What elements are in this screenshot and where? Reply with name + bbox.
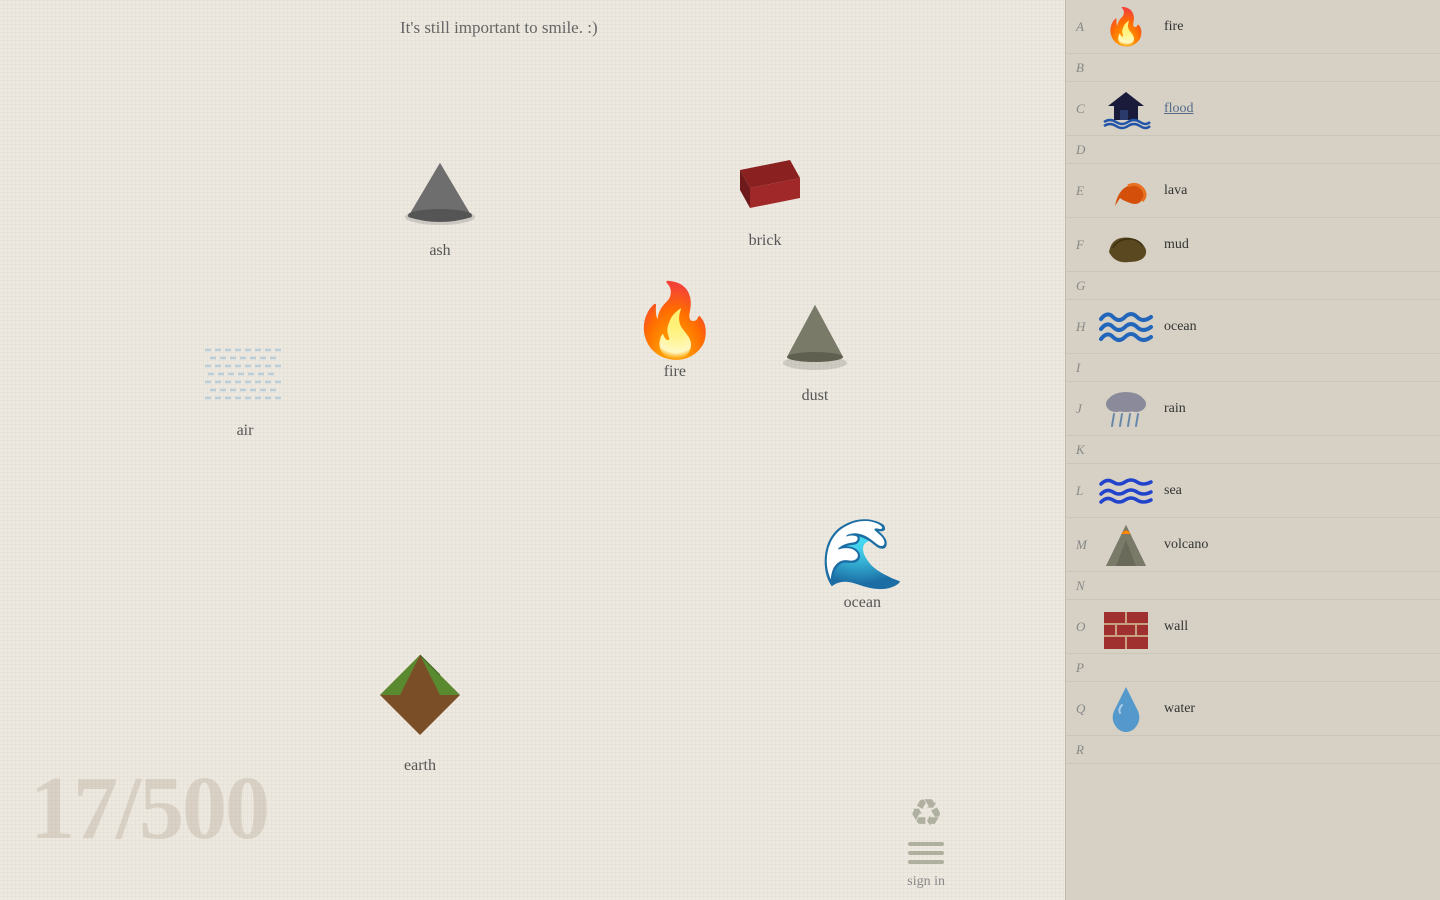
sidebar-letter-c: C	[1076, 101, 1096, 117]
ash-icon	[400, 155, 480, 236]
sidebar-letter-b: B	[1076, 60, 1096, 76]
sidebar-rain-icon	[1096, 386, 1156, 431]
air-label: air	[237, 422, 254, 440]
right-sidebar: A 🔥 fire B C flood	[1065, 0, 1440, 900]
sidebar-water-label: water	[1164, 701, 1195, 717]
sidebar-wall-icon	[1096, 604, 1156, 649]
sidebar-fire-label: fire	[1164, 19, 1183, 35]
sidebar-volcano-icon	[1096, 522, 1156, 567]
progress-counter: 17/500	[30, 757, 268, 860]
sidebar-letter-q: Q	[1076, 701, 1096, 717]
sidebar-sea-icon	[1096, 468, 1156, 513]
air-icon	[200, 340, 290, 416]
sidebar-flood-icon	[1096, 86, 1156, 131]
sidebar-letter-i: I	[1076, 360, 1096, 376]
sidebar-rain-label: rain	[1164, 401, 1186, 417]
element-earth[interactable]: earth	[370, 645, 470, 775]
recycle-icon[interactable]: ♻	[909, 791, 943, 836]
sidebar-fire-icon: 🔥	[1096, 4, 1156, 49]
main-canvas: It's still important to smile. :) 17/500…	[0, 0, 1065, 900]
element-dust[interactable]: dust	[775, 295, 855, 405]
dust-label: dust	[802, 387, 829, 405]
sidebar-item-rain[interactable]: J rain	[1066, 382, 1440, 436]
sidebar-lava-label: lava	[1164, 183, 1187, 199]
sidebar-item-i: I	[1066, 354, 1440, 382]
element-air[interactable]: air	[200, 340, 290, 440]
sidebar-letter-l: L	[1076, 483, 1096, 499]
sidebar-item-g: G	[1066, 272, 1440, 300]
sidebar-letter-r: R	[1076, 742, 1096, 758]
sidebar-letter-h: H	[1076, 319, 1096, 335]
element-ash[interactable]: ash	[400, 155, 480, 260]
ash-label: ash	[429, 242, 450, 260]
sidebar-letter-n: N	[1076, 578, 1096, 594]
sidebar-letter-a: A	[1076, 19, 1096, 35]
ocean-main-icon: 🌊	[820, 520, 905, 588]
sidebar-wall-label: wall	[1164, 619, 1188, 635]
element-brick[interactable]: brick	[720, 150, 810, 250]
sidebar-item-fire[interactable]: A 🔥 fire	[1066, 0, 1440, 54]
sidebar-letter-f: F	[1076, 237, 1096, 253]
sidebar-letter-e: E	[1076, 183, 1096, 199]
ocean-label: ocean	[844, 594, 881, 612]
fire-icon: 🔥	[630, 285, 720, 357]
tagline: It's still important to smile. :)	[400, 18, 598, 38]
sidebar-ocean-icon	[1096, 304, 1156, 349]
bottom-actions: ♻ sign in	[907, 791, 945, 890]
sidebar-item-water[interactable]: Q water	[1066, 682, 1440, 736]
element-fire[interactable]: 🔥 fire	[630, 285, 720, 381]
sidebar-list: A 🔥 fire B C flood	[1066, 0, 1440, 860]
sidebar-item-d: D	[1066, 136, 1440, 164]
sidebar-letter-k: K	[1076, 442, 1096, 458]
sidebar-item-ocean[interactable]: H ocean	[1066, 300, 1440, 354]
brick-icon	[720, 150, 810, 226]
brick-label: brick	[749, 232, 782, 250]
sidebar-letter-p: P	[1076, 660, 1096, 676]
sidebar-item-volcano[interactable]: M volcano	[1066, 518, 1440, 572]
sidebar-mud-icon	[1096, 222, 1156, 267]
earth-icon	[370, 645, 470, 751]
sidebar-item-flood[interactable]: C flood	[1066, 82, 1440, 136]
sidebar-ocean-label: ocean	[1164, 319, 1197, 335]
sidebar-letter-d: D	[1076, 142, 1096, 158]
sidebar-item-r: R	[1066, 736, 1440, 764]
sidebar-letter-m: M	[1076, 537, 1096, 553]
sidebar-item-k: K	[1066, 436, 1440, 464]
sign-in-text[interactable]: sign in	[907, 874, 945, 890]
sidebar-item-sea[interactable]: L sea	[1066, 464, 1440, 518]
sidebar-letter-j: J	[1076, 401, 1096, 417]
sidebar-item-b: B	[1066, 54, 1440, 82]
sidebar-item-n: N	[1066, 572, 1440, 600]
menu-icon[interactable]	[908, 842, 944, 864]
sidebar-lava-icon	[1096, 168, 1156, 213]
sidebar-mud-label: mud	[1164, 237, 1189, 253]
earth-label: earth	[404, 757, 436, 775]
sidebar-water-icon	[1096, 686, 1156, 731]
sidebar-item-lava[interactable]: E lava	[1066, 164, 1440, 218]
sidebar-letter-g: G	[1076, 278, 1096, 294]
sidebar-item-mud[interactable]: F mud	[1066, 218, 1440, 272]
sidebar-item-p: P	[1066, 654, 1440, 682]
sidebar-item-wall[interactable]: O wall	[1066, 600, 1440, 654]
dust-icon	[775, 295, 855, 381]
sidebar-sea-label: sea	[1164, 483, 1182, 499]
sidebar-letter-o: O	[1076, 619, 1096, 635]
fire-label: fire	[664, 363, 686, 381]
element-ocean[interactable]: 🌊 ocean	[820, 520, 905, 612]
sidebar-flood-label: flood	[1164, 101, 1194, 117]
sidebar-volcano-label: volcano	[1164, 537, 1208, 553]
